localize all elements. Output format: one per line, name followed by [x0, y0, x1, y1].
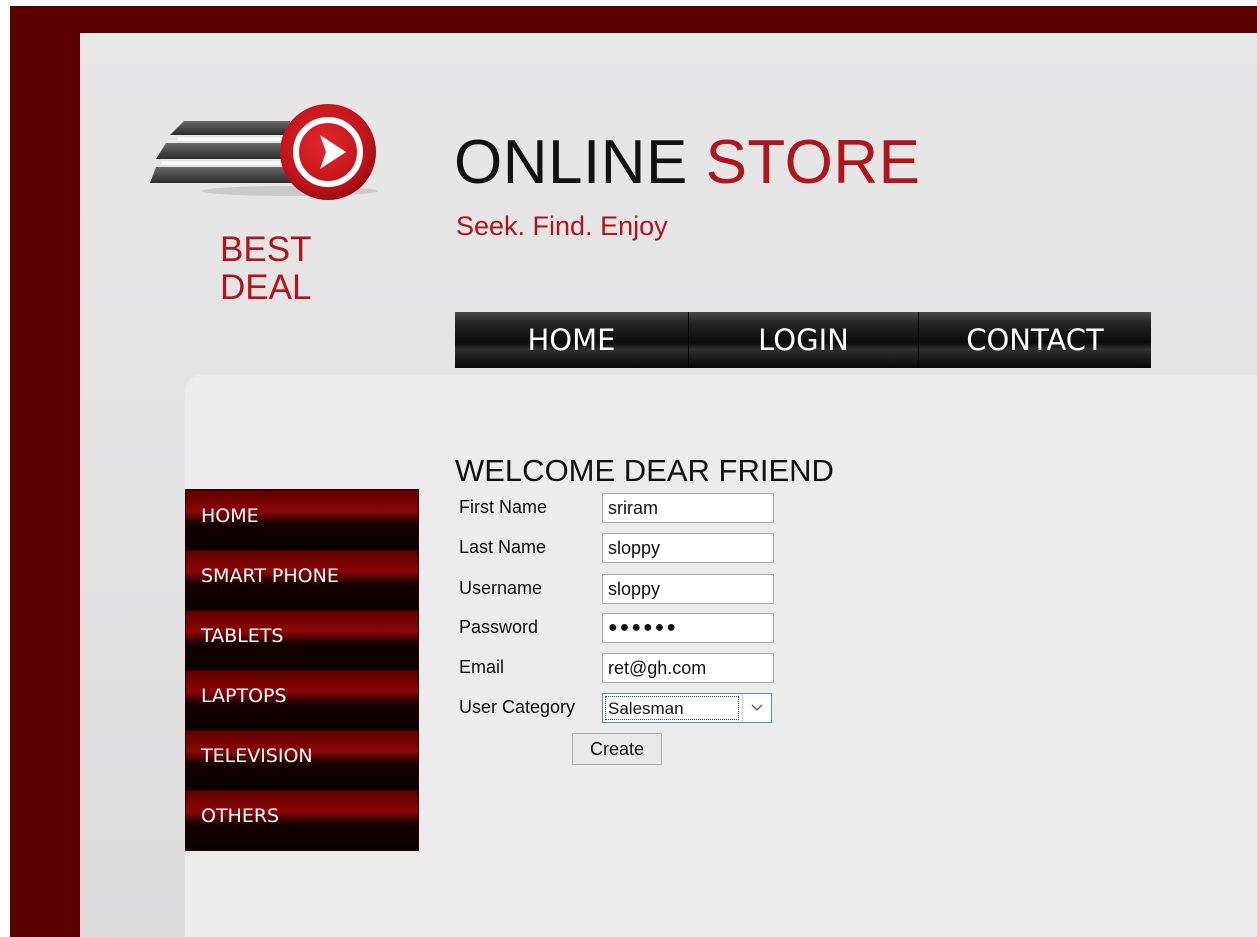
- logo-text: BEST DEAL: [220, 231, 311, 307]
- email-input[interactable]: [602, 653, 774, 683]
- first-name-label: First Name: [459, 497, 548, 517]
- password-input[interactable]: [602, 613, 774, 643]
- side-nav-tablets[interactable]: TABLETS: [186, 610, 418, 670]
- side-nav-television[interactable]: TELEVISION: [186, 730, 418, 790]
- first-name-input[interactable]: [602, 493, 774, 523]
- last-name-label: Last Name: [459, 537, 547, 557]
- side-nav-label: SMART PHONE: [201, 565, 339, 587]
- username-label: Username: [459, 578, 543, 598]
- side-nav-laptops[interactable]: LAPTOPS: [186, 670, 418, 730]
- form-title: WELCOME DEAR FRIEND: [455, 453, 834, 488]
- page: BEST DEAL ONLINE STORE Seek. Find. Enjoy…: [80, 33, 1257, 937]
- side-nav-smart-phone[interactable]: SMART PHONE: [186, 550, 418, 610]
- top-nav-contact[interactable]: CONTACT: [919, 312, 1151, 368]
- site-title: ONLINE STORE: [454, 127, 921, 198]
- last-name-input[interactable]: [602, 533, 774, 563]
- top-nav-login[interactable]: LOGIN: [689, 312, 919, 368]
- user-category-value: Salesman: [608, 699, 684, 718]
- tagline: Seek. Find. Enjoy: [456, 211, 668, 241]
- side-nav-label: HOME: [201, 505, 259, 527]
- site-title-part-1: ONLINE: [454, 128, 688, 197]
- play-speed-icon: [150, 104, 378, 200]
- create-button[interactable]: Create: [572, 733, 662, 765]
- email-label: Email: [459, 657, 505, 677]
- password-label: Password: [459, 617, 539, 637]
- user-category-label: User Category: [459, 697, 576, 717]
- logo-line-1: BEST: [220, 230, 312, 269]
- side-nav-home[interactable]: HOME: [186, 490, 418, 550]
- side-nav-others[interactable]: OTHERS: [186, 790, 418, 850]
- side-nav-label: LAPTOPS: [201, 685, 287, 707]
- side-nav-label: TABLETS: [201, 625, 284, 647]
- user-category-select[interactable]: Salesman: [602, 693, 772, 723]
- top-nav-home[interactable]: HOME: [455, 312, 689, 368]
- logo-line-2: DEAL: [220, 268, 312, 307]
- side-nav-label: OTHERS: [201, 805, 280, 827]
- username-input[interactable]: [602, 574, 774, 604]
- side-nav: HOME SMART PHONE TABLETS LAPTOPS TELEVIS…: [185, 489, 419, 851]
- side-nav-label: TELEVISION: [201, 745, 313, 767]
- chevron-down-icon[interactable]: [742, 694, 771, 722]
- site-title-part-2: STORE: [705, 128, 921, 197]
- top-nav: HOME LOGIN CONTACT: [455, 312, 1151, 368]
